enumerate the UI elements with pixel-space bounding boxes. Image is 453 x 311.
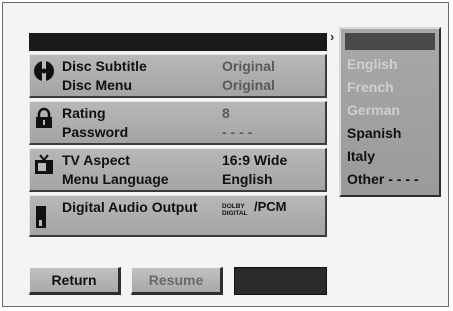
audio-icon <box>36 206 46 228</box>
language-option-french[interactable]: French <box>347 79 394 95</box>
return-button[interactable]: Return <box>29 267 121 295</box>
tv-aspect-value[interactable]: 16:9 Wide <box>222 152 287 168</box>
disc-subtitle-value[interactable]: Original <box>222 58 275 74</box>
submenu-pointer-icon: › <box>330 29 335 44</box>
disc-subtitle-label[interactable]: Disc Subtitle <box>62 58 147 74</box>
tv-aspect-label[interactable]: TV Aspect <box>62 152 130 168</box>
language-option-english[interactable]: English <box>347 56 398 72</box>
menu-language-value[interactable]: English <box>222 171 273 187</box>
language-selection-highlight <box>345 33 435 50</box>
language-option-spanish[interactable]: Spanish <box>347 125 401 141</box>
password-value[interactable]: - - - - <box>222 124 252 140</box>
language-option-italy[interactable]: Italy <box>347 148 375 164</box>
disc-icon <box>34 61 54 81</box>
tv-icon <box>35 154 53 174</box>
language-option-german[interactable]: German <box>347 102 400 118</box>
disc-menu-value[interactable]: Original <box>222 77 275 93</box>
password-label[interactable]: Password <box>62 124 128 140</box>
digital-audio-output-value[interactable]: /PCM <box>254 199 287 214</box>
language-options-panel: English French German Spanish Italy Othe… <box>339 27 441 197</box>
menu-header-bar <box>29 33 327 51</box>
rating-value[interactable]: 8 <box>222 105 230 121</box>
rating-label[interactable]: Rating <box>62 105 106 121</box>
menu-language-label[interactable]: Menu Language <box>62 171 169 187</box>
tv-settings-group[interactable]: TV Aspect 16:9 Wide Menu Language Englis… <box>29 148 327 192</box>
resume-button[interactable]: Resume <box>131 267 223 295</box>
digital-audio-output-label[interactable]: Digital Audio Output <box>62 199 198 215</box>
disc-menu-label[interactable]: Disc Menu <box>62 77 132 93</box>
language-option-other[interactable]: Other - - - - <box>347 171 419 187</box>
blank-button[interactable] <box>234 267 327 295</box>
lock-icon <box>36 107 52 128</box>
disc-settings-group[interactable]: Disc Subtitle Original Disc Menu Origina… <box>29 54 327 98</box>
dolby-digital-logo: DOLBY DIGITAL <box>222 203 248 217</box>
rating-settings-group[interactable]: Rating 8 Password - - - - <box>29 101 327 145</box>
audio-settings-group[interactable]: Digital Audio Output DOLBY DIGITAL /PCM <box>29 195 327 237</box>
